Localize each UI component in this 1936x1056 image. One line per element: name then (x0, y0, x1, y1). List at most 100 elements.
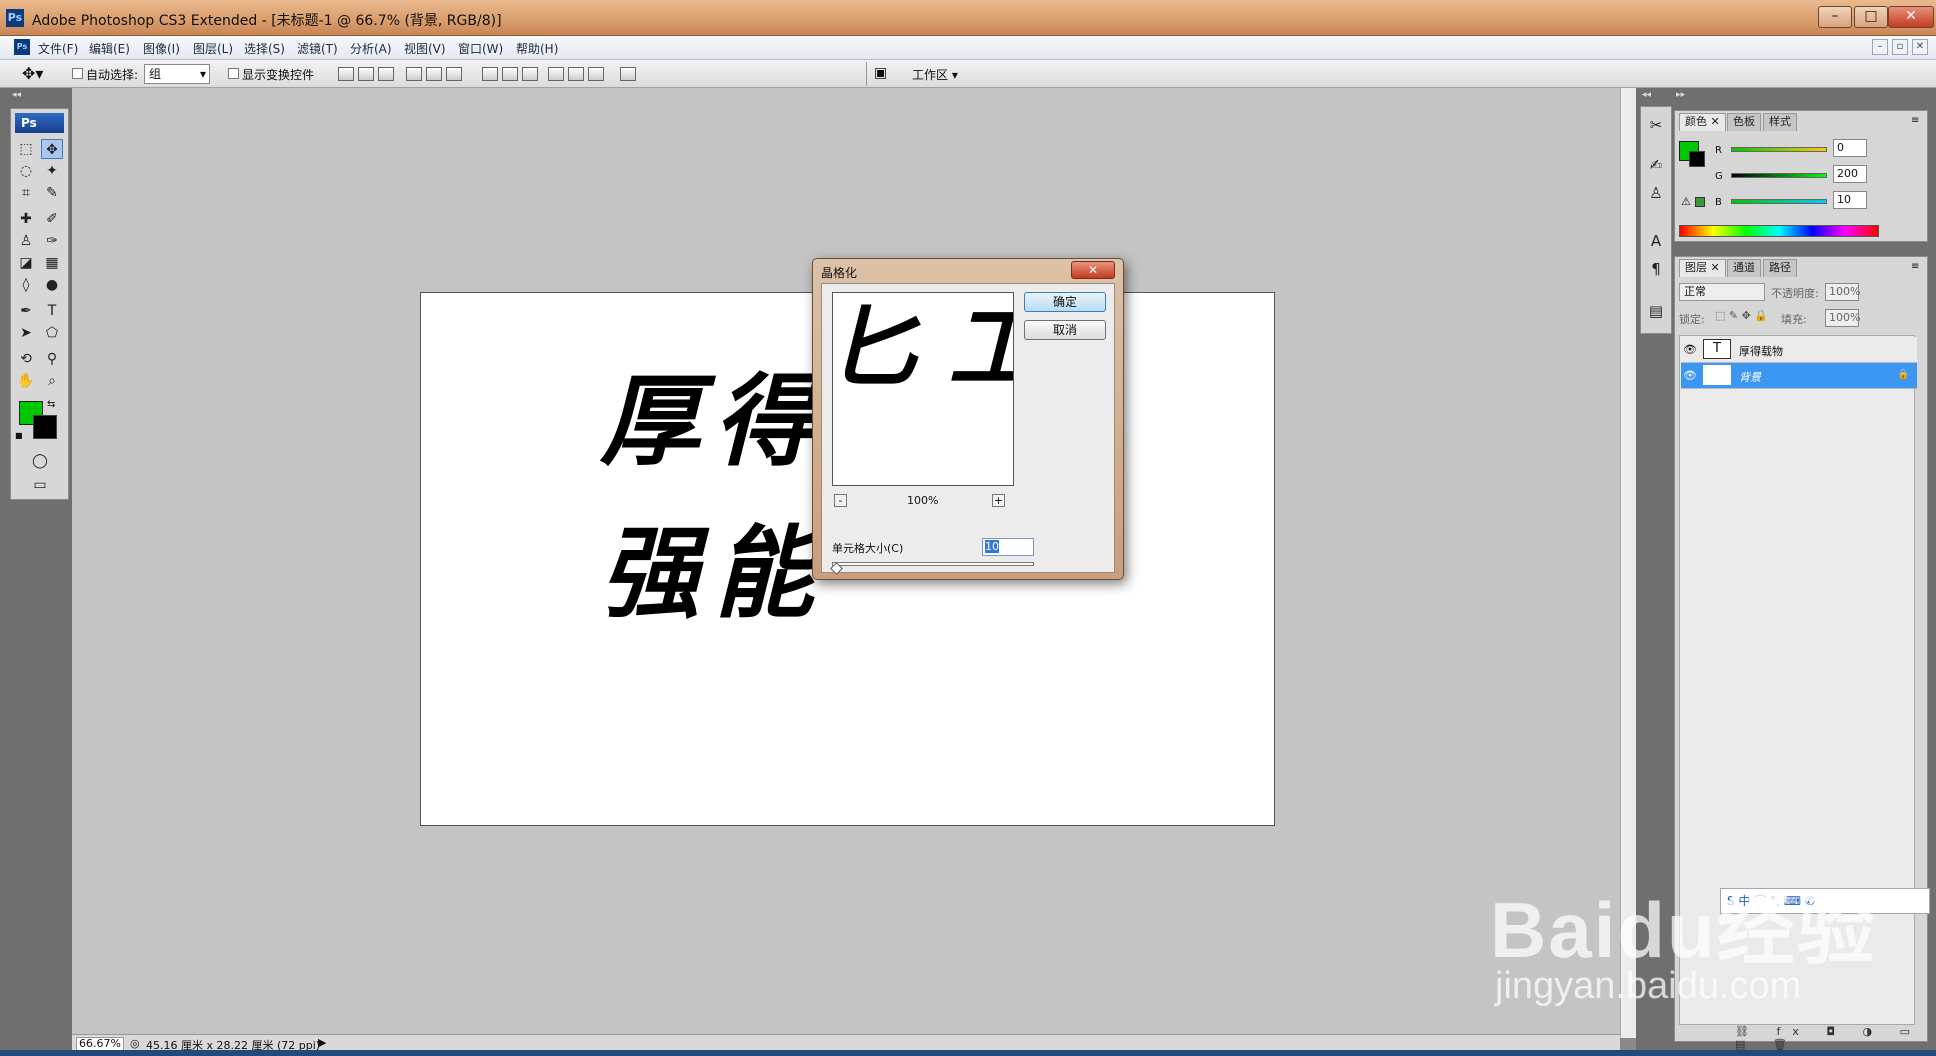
align-bottom-icon[interactable] (378, 67, 394, 81)
layer-row[interactable]: 👁 T 厚得载物 (1681, 337, 1917, 363)
collapse-arrows-icon[interactable]: ▸▸ (1676, 90, 1685, 100)
align-left-icon[interactable] (406, 67, 422, 81)
color-ramp[interactable] (1679, 225, 1879, 237)
blur-tool-icon[interactable]: ◊ (15, 275, 37, 295)
opacity-value[interactable]: 100% (1825, 283, 1860, 301)
eye-icon[interactable]: 👁 (1683, 369, 1697, 383)
3d-rotate-tool-icon[interactable]: ⟲ (15, 349, 37, 369)
auto-select-checkbox[interactable] (72, 68, 83, 79)
panel-menu-icon[interactable]: ≡ (1911, 261, 1919, 272)
ok-button[interactable]: 确定 (1024, 292, 1106, 312)
crop-tool-icon[interactable]: ⌗ (15, 183, 37, 203)
g-slider[interactable] (1731, 173, 1827, 178)
type-tool-icon[interactable]: T (41, 301, 63, 321)
distribute-vcenter-icon[interactable] (502, 67, 518, 81)
clone-source-icon[interactable]: ♙ (1644, 181, 1668, 205)
move-tool-icon[interactable]: ✥▾ (22, 64, 43, 83)
web-safe-swatch[interactable] (1695, 197, 1705, 207)
cell-size-input[interactable]: 10 (982, 538, 1034, 556)
maximize-button[interactable]: □ (1854, 6, 1888, 28)
layer-comps-icon[interactable]: ▤ (1644, 299, 1668, 323)
tab-layers[interactable]: 图层 ✕ (1679, 259, 1726, 277)
tab-paths[interactable]: 路径 (1763, 259, 1797, 277)
lock-icons[interactable]: ⬚ ✎ ✥ 🔒 (1715, 309, 1768, 322)
distribute-bottom-icon[interactable] (522, 67, 538, 81)
quick-mask-icon[interactable]: ◯ (27, 451, 53, 471)
doc-close-button[interactable]: ✕ (1912, 39, 1928, 55)
eye-icon[interactable]: 👁 (1683, 343, 1697, 357)
menu-layer[interactable]: 图层(L) (193, 40, 233, 57)
cancel-button[interactable]: 取消 (1024, 320, 1106, 340)
eraser-tool-icon[interactable]: ◪ (15, 253, 37, 273)
close-button[interactable]: ✕ (1888, 6, 1934, 28)
magic-wand-tool-icon[interactable]: ✦ (41, 161, 63, 181)
minimize-button[interactable]: – (1818, 6, 1852, 28)
history-brush-tool-icon[interactable]: ✑ (41, 231, 63, 251)
align-top-icon[interactable] (338, 67, 354, 81)
workspace-button[interactable]: 工作区 ▾ (912, 66, 958, 83)
menu-file[interactable]: 文件(F) (38, 40, 78, 57)
dialog-close-button[interactable]: ✕ (1071, 261, 1115, 279)
blend-mode-dropdown[interactable]: 正常 (1679, 283, 1765, 301)
shape-tool-icon[interactable]: ⬠ (41, 323, 63, 343)
pen-tool-icon[interactable]: ✒ (15, 301, 37, 321)
brushes-icon[interactable]: ✍ (1644, 153, 1668, 177)
zoom-out-button[interactable]: - (834, 494, 847, 507)
status-menu-arrow-icon[interactable]: ▶ (318, 1036, 326, 1049)
distribute-hcenter-icon[interactable] (568, 67, 584, 81)
menu-image[interactable]: 图像(I) (143, 40, 180, 57)
r-value[interactable]: 0 (1833, 139, 1867, 157)
menu-window[interactable]: 窗口(W) (458, 40, 503, 57)
tab-channels[interactable]: 通道 (1727, 259, 1761, 277)
auto-align-icon[interactable] (620, 67, 636, 81)
b-slider[interactable] (1731, 199, 1827, 204)
doc-minimize-button[interactable]: – (1872, 39, 1888, 55)
distribute-top-icon[interactable] (482, 67, 498, 81)
background-color-swatch[interactable] (33, 415, 57, 439)
document-icon[interactable]: Ps (14, 39, 30, 55)
move-tool-icon[interactable]: ✥ (41, 139, 63, 159)
distribute-right-icon[interactable] (588, 67, 604, 81)
character-icon[interactable]: A (1644, 229, 1668, 253)
menu-select[interactable]: 选择(S) (244, 40, 285, 57)
healing-brush-tool-icon[interactable]: ✚ (15, 209, 37, 229)
align-hcenter-icon[interactable] (426, 67, 442, 81)
menu-view[interactable]: 视图(V) (404, 40, 446, 57)
zoom-field[interactable]: 66.67% (76, 1037, 124, 1051)
marquee-tool-icon[interactable]: ⬚ (15, 139, 37, 159)
b-value[interactable]: 10 (1833, 191, 1867, 209)
hand-tool-icon[interactable]: ✋ (15, 371, 37, 391)
default-colors-icon[interactable]: ■ (15, 431, 23, 440)
eyedropper-tool-icon[interactable]: ⚲ (41, 349, 63, 369)
zoom-in-button[interactable]: + (992, 494, 1005, 507)
show-transform-checkbox[interactable] (228, 68, 239, 79)
zoom-tool-icon[interactable]: ⌕ (41, 371, 63, 391)
panel-menu-icon[interactable]: ≡ (1911, 115, 1919, 126)
menu-filter[interactable]: 滤镜(T) (297, 40, 338, 57)
slice-tool-icon[interactable]: ✎ (41, 183, 63, 203)
layers-footer-icons[interactable]: ⛓ fx ◘ ◑ ▭ ▤ 🗑 (1735, 1025, 1927, 1051)
collapse-arrows-icon[interactable]: ◂◂ (12, 90, 21, 100)
fill-value[interactable]: 100% (1825, 309, 1860, 327)
tools-icon[interactable]: ✂ (1644, 113, 1668, 137)
brush-tool-icon[interactable]: ✐ (41, 209, 63, 229)
auto-select-dropdown[interactable]: 组 ▾ (144, 64, 210, 84)
bridge-icon[interactable]: ▣ (874, 65, 887, 81)
doc-restore-button[interactable]: ▫ (1892, 39, 1908, 55)
layer-row[interactable]: 👁 背景 🔒 (1681, 363, 1917, 389)
g-value[interactable]: 200 (1833, 165, 1867, 183)
tab-styles[interactable]: 样式 (1763, 113, 1797, 131)
panel-background-swatch[interactable] (1689, 151, 1705, 167)
lasso-tool-icon[interactable]: ◌ (15, 161, 37, 181)
menu-edit[interactable]: 编辑(E) (89, 40, 130, 57)
menu-help[interactable]: 帮助(H) (516, 40, 558, 57)
screen-mode-icon[interactable]: ▭ (27, 475, 53, 495)
swap-colors-icon[interactable]: ⇆ (47, 399, 55, 410)
clone-stamp-tool-icon[interactable]: ♙ (15, 231, 37, 251)
cell-size-slider[interactable] (832, 562, 1034, 566)
tab-color[interactable]: 颜色 ✕ (1679, 113, 1726, 131)
r-slider[interactable] (1731, 147, 1827, 152)
menu-analysis[interactable]: 分析(A) (350, 40, 392, 57)
distribute-left-icon[interactable] (548, 67, 564, 81)
tab-swatches[interactable]: 色板 (1727, 113, 1761, 131)
